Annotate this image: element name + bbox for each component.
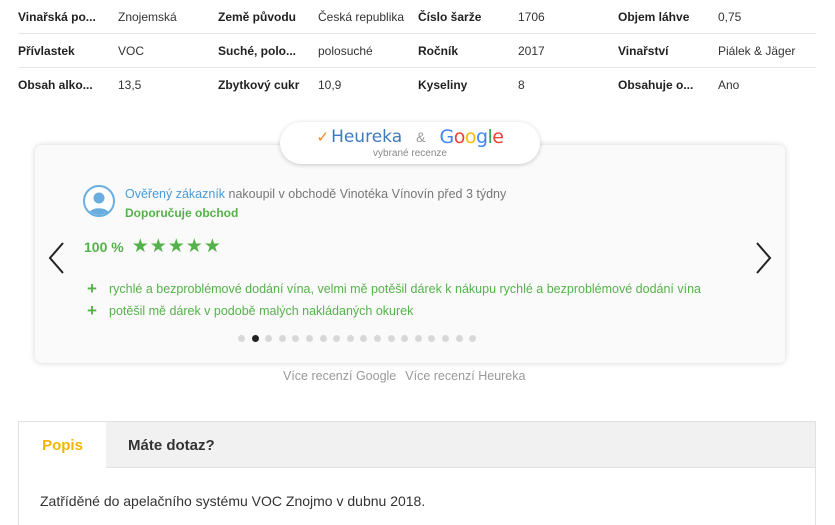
heureka-check-icon: ✓: [316, 128, 330, 146]
spec-value: VOC: [118, 43, 145, 58]
spec-label: Země původu: [218, 9, 297, 24]
purchase-info: nakoupil v obchodě Vinotéka Vínovín před…: [225, 187, 507, 201]
spec-label: Obsah alko...: [18, 78, 93, 92]
spec-value: Piálek & Jäger: [718, 43, 796, 58]
carousel-dot[interactable]: [455, 335, 463, 342]
carousel-dot[interactable]: [428, 335, 436, 342]
review-pros-list: + rychlé a bezproblémové dodání vína, ve…: [87, 278, 701, 322]
spec-table: Vinařská po... Znojemská Země původu Česká…: [18, 0, 816, 102]
spec-label: Objem láhve: [618, 9, 690, 24]
spec-value: 2017: [518, 43, 545, 58]
spec-value: Česká republika: [318, 9, 405, 24]
carousel-dot[interactable]: [469, 335, 477, 342]
spec-label: Vinařství: [618, 43, 669, 58]
carousel-dot[interactable]: [278, 335, 286, 342]
badge-subtitle: vybrané recenze: [373, 148, 447, 159]
carousel-dot[interactable]: [333, 335, 341, 342]
more-reviews-links: Více recenzí Google Více recenzí Heureka: [283, 369, 534, 383]
carousel-dot[interactable]: [238, 335, 245, 342]
google-logo: Google: [439, 126, 504, 148]
rating-percent: 100 %: [84, 238, 124, 255]
product-tabs: Popis Máte dotaz? Zatříděné do apelačníh…: [18, 421, 816, 525]
product-description: Zatříděné do apelačního systému VOC Znoj…: [40, 493, 426, 509]
pro-text: potěšil mě dárek v podobě malých nakláda…: [109, 304, 414, 318]
spec-value: 8: [518, 78, 525, 92]
spec-label: Zbytkový cukr: [218, 78, 300, 92]
review-rating: 100 % ★★★★★: [84, 235, 222, 258]
carousel-dot[interactable]: [373, 335, 381, 342]
plus-icon: +: [87, 279, 97, 298]
carousel-dot[interactable]: [292, 335, 300, 342]
spec-label: Vinařská po...: [18, 9, 96, 24]
spec-value: 10,9: [318, 78, 342, 92]
spec-label: Suché, polo...: [218, 43, 297, 58]
carousel-dot[interactable]: [414, 335, 422, 342]
carousel-dot[interactable]: [441, 335, 449, 342]
plus-icon: +: [87, 301, 97, 320]
star-rating-icon: ★★★★★: [131, 236, 222, 257]
chevron-left-icon: [48, 242, 64, 274]
spec-row: Obsah alko... 13,5 Zbytkový cukr 10,9 Kyse…: [18, 68, 816, 102]
spec-value: 13,5: [118, 78, 142, 92]
pro-text: rychlé a bezproblémové dodání vína, velm…: [109, 282, 702, 296]
spec-label: Číslo šarže: [418, 9, 482, 24]
spec-value: Znojemská: [118, 9, 177, 24]
spec-label: Ročník: [418, 43, 459, 58]
carousel-dot[interactable]: [319, 335, 327, 342]
spec-value: Ano: [718, 78, 740, 92]
chevron-right-icon: [756, 242, 772, 274]
reviews-carousel: Ověřený zákazník nakoupil v obchodě Vino…: [35, 145, 785, 363]
user-avatar-icon: [83, 185, 115, 217]
carousel-dot[interactable]: [251, 335, 259, 342]
spec-label: Přívlastek: [18, 43, 75, 58]
spec-value: 0,75: [718, 9, 742, 24]
ampersand: &: [416, 129, 426, 145]
more-heureka-reviews-link[interactable]: Více recenzí Heureka: [405, 369, 525, 383]
carousel-dot[interactable]: [346, 335, 354, 342]
spec-label: Kyseliny: [418, 78, 468, 92]
spec-row: Vinařská po... Znojemská Země původu Česká…: [18, 0, 816, 34]
spec-value: polosuché: [318, 43, 373, 58]
reviewer-info: Ověřený zákazník nakoupil v obchodě Vino…: [83, 185, 506, 223]
list-item: + potěšil mě dárek v podobě malých naklá…: [87, 300, 701, 322]
heureka-logo-text: Heureka: [331, 127, 403, 147]
spec-value: 1706: [518, 9, 545, 24]
tab-bar: Popis Máte dotaz?: [19, 422, 815, 469]
tab-popis[interactable]: Popis: [19, 422, 106, 469]
more-google-reviews-link[interactable]: Více recenzí Google: [283, 369, 396, 383]
reviews-source-badge: ✓ Heureka & Google vybrané recenze: [280, 122, 540, 164]
spec-label: Obsahuje o...: [618, 78, 694, 92]
carousel-dot[interactable]: [360, 335, 368, 342]
carousel-dot[interactable]: [265, 335, 273, 342]
carousel-next-button[interactable]: [753, 240, 773, 276]
recommends-shop-label: Doporučuje obchod: [125, 206, 239, 220]
carousel-dot[interactable]: [387, 335, 395, 342]
carousel-pagination: [238, 335, 483, 342]
tab-mate-dotaz[interactable]: Máte dotaz?: [128, 422, 215, 468]
carousel-dot[interactable]: [401, 335, 409, 342]
list-item: + rychlé a bezproblémové dodání vína, ve…: [87, 278, 701, 300]
carousel-prev-button[interactable]: [47, 240, 67, 276]
verified-customer-label: Ověřený zákazník: [125, 187, 226, 201]
spec-row: Přívlastek VOC Suché, polo... polosuché Ro…: [18, 34, 816, 68]
carousel-dot[interactable]: [305, 335, 313, 342]
heureka-logo: ✓ Heureka: [316, 127, 402, 147]
